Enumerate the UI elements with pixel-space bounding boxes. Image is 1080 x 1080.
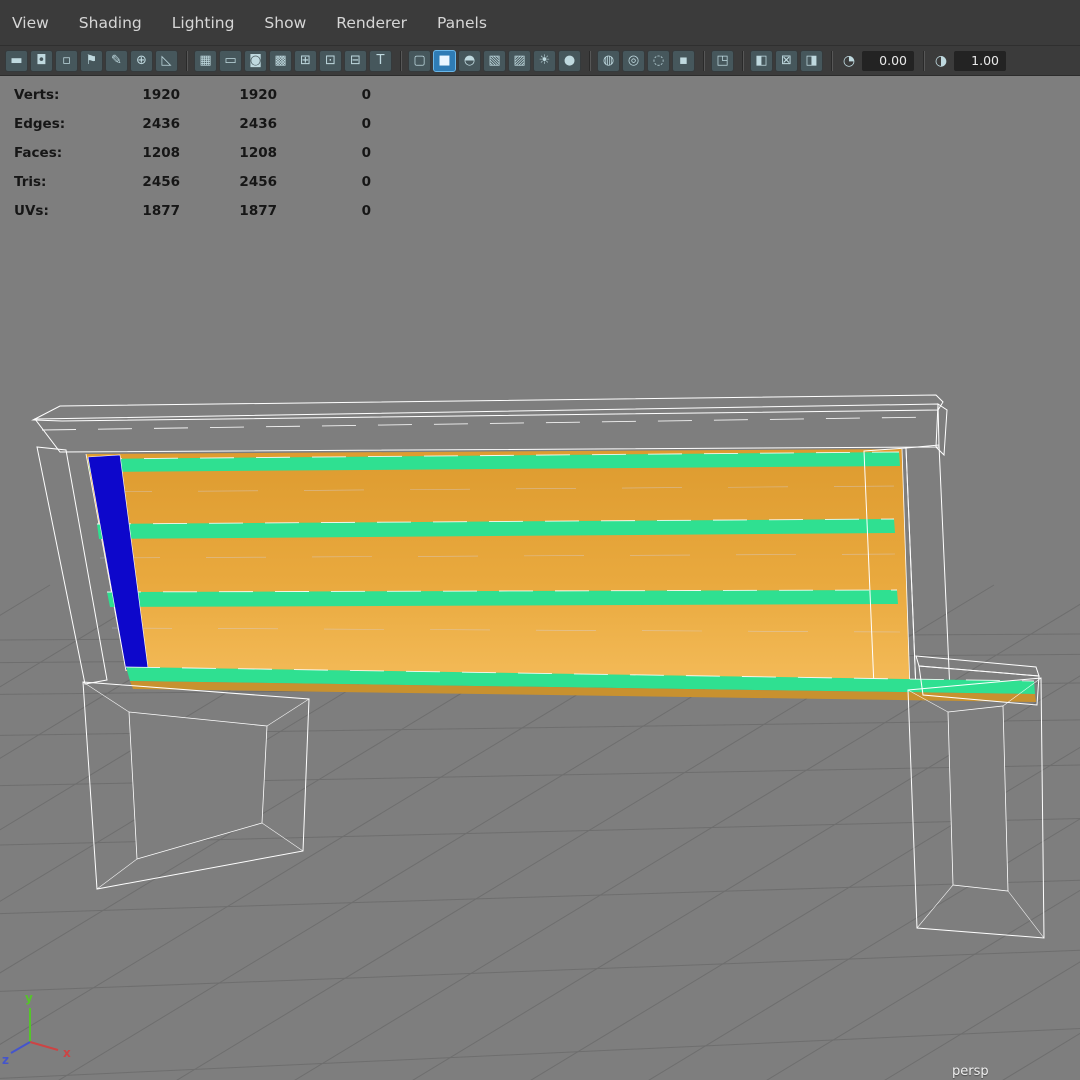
field-chart-icon[interactable]: ⊞ bbox=[294, 49, 317, 72]
hud-label: Faces: bbox=[14, 144, 63, 161]
motion-blur-icon[interactable]: ◎ bbox=[622, 49, 645, 72]
toolbar-separator bbox=[186, 50, 188, 71]
hud-label: Edges: bbox=[14, 115, 66, 132]
hud-value: 0 bbox=[361, 115, 371, 132]
poly-count-hud: Verts: 1920 1920 0 Edges: 2436 2436 0 Faces: 1208… bbox=[14, 80, 371, 225]
gamma-icon[interactable]: ◑ bbox=[931, 50, 951, 72]
menu-show[interactable]: Show bbox=[262, 10, 308, 36]
pan-zoom-icon[interactable]: ⊕ bbox=[130, 49, 153, 72]
menu-lighting[interactable]: Lighting bbox=[170, 10, 237, 36]
hud-row-verts: Verts: 1920 1920 0 bbox=[14, 80, 371, 109]
hud-value: 2456 bbox=[239, 173, 277, 190]
ssao-icon[interactable]: ◍ bbox=[597, 49, 620, 72]
toolbar-separator bbox=[742, 50, 744, 71]
hud-value: 0 bbox=[361, 202, 371, 219]
camera-name-label: persp bbox=[952, 1064, 989, 1079]
axis-gizmo: y x z bbox=[2, 991, 71, 1067]
toolbar-separator bbox=[703, 50, 705, 71]
depth-of-field-icon[interactable]: ▪ bbox=[672, 49, 695, 72]
film-gate-icon[interactable]: ▭ bbox=[219, 49, 242, 72]
hud-value: 1208 bbox=[142, 144, 180, 161]
gate-mask-icon[interactable]: ▩ bbox=[269, 49, 292, 72]
panel-menu-bar: View Shading Lighting Show Renderer Panels bbox=[0, 0, 1080, 45]
camera-attributes-icon[interactable]: ▫ bbox=[55, 49, 78, 72]
axis-z-label: z bbox=[2, 1053, 9, 1067]
hud-row-tris: Tris: 2456 2456 0 bbox=[14, 167, 371, 196]
safe-action-icon[interactable]: ⊡ bbox=[319, 49, 342, 72]
safe-title-icon[interactable]: ⊟ bbox=[344, 49, 367, 72]
bookmark-icon[interactable]: ⚑ bbox=[80, 49, 103, 72]
textured-cube-icon[interactable]: ▧ bbox=[483, 49, 506, 72]
hud-value: 1208 bbox=[239, 144, 277, 161]
gamma-value-field[interactable]: 1.00 bbox=[954, 50, 1006, 71]
hud-value: 0 bbox=[361, 86, 371, 103]
hud-value: 0 bbox=[361, 144, 371, 161]
isolate-select-icon[interactable]: ◳ bbox=[711, 49, 734, 72]
lock-camera-icon[interactable]: ◘ bbox=[30, 49, 53, 72]
bench-model[interactable] bbox=[31, 394, 1045, 939]
hud-row-edges: Edges: 2436 2436 0 bbox=[14, 109, 371, 138]
resolution-gate-icon[interactable]: ◙ bbox=[244, 49, 267, 72]
grease-pencil-icon[interactable]: ◺ bbox=[155, 49, 178, 72]
hud-value: 0 bbox=[361, 173, 371, 190]
anti-aliasing-icon[interactable]: ◌ bbox=[647, 49, 670, 72]
bench-backrest[interactable] bbox=[85, 444, 951, 693]
hud-row-uvs: UVs: 1877 1877 0 bbox=[14, 196, 371, 225]
panel-toolbar: ▬ ◘ ▫ ⚑ ✎ ⊕ ◺ ▦ ▭ ◙ ▩ ⊞ ⊡ ⊟ T ▢ ■ ◓ ▧ ▨ ☀ ● ◍ ◎ ◌ ▪ ◳ ◧ ⊠ ◨ ◔ 0.00 ◑ … bbox=[0, 45, 1080, 76]
shaded-ball-icon[interactable]: ● bbox=[558, 49, 581, 72]
hud-value: 1920 bbox=[142, 86, 180, 103]
shaded-cube-icon[interactable]: ■ bbox=[433, 49, 456, 72]
grid-icon[interactable]: ▦ bbox=[194, 49, 217, 72]
hud-label: Verts: bbox=[14, 86, 60, 103]
checker-texture-icon[interactable]: ▨ bbox=[508, 49, 531, 72]
toolbar-separator bbox=[589, 50, 591, 71]
select-camera-icon[interactable]: ▬ bbox=[5, 49, 28, 72]
menu-panels[interactable]: Panels bbox=[435, 10, 489, 36]
hud-text-icon[interactable]: T bbox=[369, 49, 392, 72]
hud-row-faces: Faces: 1208 1208 0 bbox=[14, 138, 371, 167]
xray-icon[interactable]: ◧ bbox=[750, 49, 773, 72]
menu-renderer[interactable]: Renderer bbox=[334, 10, 409, 36]
hud-value: 1877 bbox=[239, 202, 277, 219]
exposure-icon[interactable]: ◔ bbox=[839, 50, 859, 72]
wireframe-cube-icon[interactable]: ▢ bbox=[408, 49, 431, 72]
toolbar-groups: ▬ ◘ ▫ ⚑ ✎ ⊕ ◺ ▦ ▭ ◙ ▩ ⊞ ⊡ ⊟ T ▢ ■ ◓ ▧ ▨ ☀ ● ◍ ◎ ◌ ▪ ◳ ◧ ⊠ ◨ bbox=[5, 49, 825, 72]
menu-shading[interactable]: Shading bbox=[77, 10, 144, 36]
hud-label: UVs: bbox=[14, 202, 49, 219]
axis-x-label: x bbox=[63, 1046, 71, 1060]
toolbar-separator bbox=[400, 50, 402, 71]
hud-label: Tris: bbox=[14, 173, 47, 190]
hud-value: 2456 bbox=[142, 173, 180, 190]
axis-y-label: y bbox=[25, 991, 33, 1005]
menu-view[interactable]: View bbox=[10, 10, 51, 36]
exposure-value-field[interactable]: 0.00 bbox=[862, 50, 914, 71]
xray-active-icon[interactable]: ◨ bbox=[800, 49, 823, 72]
toolbar-separator bbox=[831, 50, 833, 71]
hud-value: 2436 bbox=[239, 115, 277, 132]
bench-top-rail[interactable] bbox=[31, 394, 948, 457]
image-plane-icon[interactable]: ✎ bbox=[105, 49, 128, 72]
toolbar-separator bbox=[923, 50, 925, 71]
hud-value: 1877 bbox=[142, 202, 180, 219]
bench-left-leg[interactable] bbox=[82, 681, 310, 890]
material-ball-icon[interactable]: ◓ bbox=[458, 49, 481, 72]
hud-value: 1920 bbox=[239, 86, 277, 103]
hud-value: 2436 bbox=[142, 115, 180, 132]
lights-icon[interactable]: ☀ bbox=[533, 49, 556, 72]
xray-joints-icon[interactable]: ⊠ bbox=[775, 49, 798, 72]
bench-right-leg[interactable] bbox=[907, 677, 1045, 939]
